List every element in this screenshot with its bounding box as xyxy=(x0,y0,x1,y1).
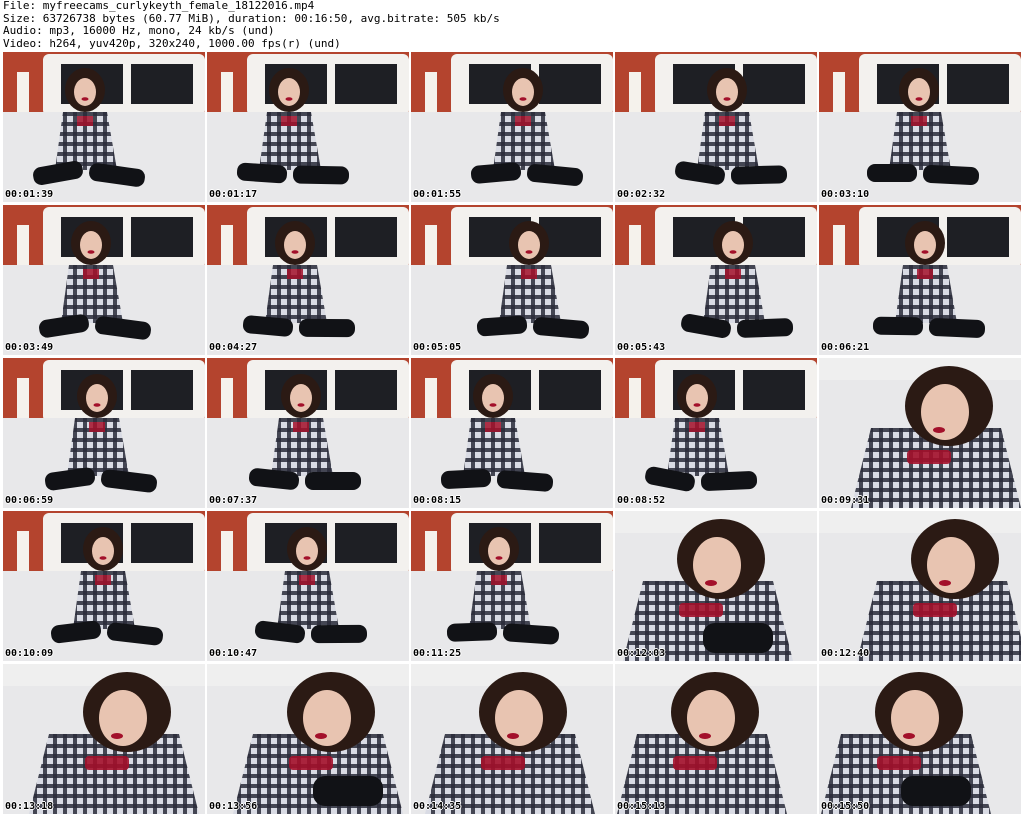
video-thumbnail: 00:15:50 xyxy=(819,664,1021,814)
video-thumbnail: 00:07:37 xyxy=(207,358,409,508)
video-thumbnail: 00:02:32 xyxy=(615,52,817,202)
bedroom-frame-icon xyxy=(411,358,613,508)
closeup-frame-icon xyxy=(819,511,1021,661)
thumbnail-timestamp: 00:07:37 xyxy=(209,495,258,506)
closeup-frame-icon xyxy=(615,511,817,661)
thumbnail-timestamp: 00:04:27 xyxy=(209,342,258,353)
thumbnail-timestamp: 00:05:05 xyxy=(413,342,462,353)
video-thumbnail: 00:04:27 xyxy=(207,205,409,355)
thumbnail-timestamp: 00:13:18 xyxy=(5,801,54,812)
thumbnail-timestamp: 00:15:50 xyxy=(821,801,870,812)
video-thumbnail: 00:14:35 xyxy=(411,664,613,814)
video-thumbnail: 00:01:39 xyxy=(3,52,205,202)
bedroom-frame-icon xyxy=(207,52,409,202)
bedroom-frame-icon xyxy=(819,205,1021,355)
video-thumbnail: 00:09:31 xyxy=(819,358,1021,508)
thumbnail-timestamp: 00:14:35 xyxy=(413,801,462,812)
bedroom-frame-icon xyxy=(207,511,409,661)
video-thumbnail: 00:03:49 xyxy=(3,205,205,355)
thumbnail-timestamp: 00:01:17 xyxy=(209,189,258,200)
bedroom-frame-icon xyxy=(3,52,205,202)
video-thumbnail: 00:15:13 xyxy=(615,664,817,814)
video-thumbnail: 00:13:18 xyxy=(3,664,205,814)
video-thumbnail: 00:06:21 xyxy=(819,205,1021,355)
bedroom-frame-icon xyxy=(819,52,1021,202)
thumbnail-timestamp: 00:05:43 xyxy=(617,342,666,353)
thumbnail-timestamp: 00:15:13 xyxy=(617,801,666,812)
thumbnail-timestamp: 00:13:56 xyxy=(209,801,258,812)
video-thumbnail: 00:01:17 xyxy=(207,52,409,202)
thumbnail-timestamp: 00:01:39 xyxy=(5,189,54,200)
thumbnail-timestamp: 00:10:09 xyxy=(5,648,54,659)
thumbnail-timestamp: 00:06:21 xyxy=(821,342,870,353)
thumbnail-timestamp: 00:09:31 xyxy=(821,495,870,506)
bedroom-frame-icon xyxy=(207,205,409,355)
thumbnail-timestamp: 00:03:10 xyxy=(821,189,870,200)
video-thumbnail: 00:11:25 xyxy=(411,511,613,661)
video-thumbnail: 00:05:43 xyxy=(615,205,817,355)
thumbnail-timestamp: 00:12:40 xyxy=(821,648,870,659)
thumbnail-timestamp: 00:08:52 xyxy=(617,495,666,506)
bedroom-frame-icon xyxy=(411,511,613,661)
video-thumbnail: 00:01:55 xyxy=(411,52,613,202)
bedroom-frame-icon xyxy=(615,358,817,508)
bedroom-frame-icon xyxy=(207,358,409,508)
video-thumbnail: 00:13:56 xyxy=(207,664,409,814)
thumbnail-timestamp: 00:08:15 xyxy=(413,495,462,506)
bedroom-frame-icon xyxy=(615,52,817,202)
closeup-frame-icon xyxy=(819,358,1021,508)
bedroom-frame-icon xyxy=(3,358,205,508)
bedroom-frame-icon xyxy=(3,511,205,661)
file-info-header: File: myfreecams_curlykeyth_female_18122… xyxy=(3,0,1021,50)
closeup-frame-icon xyxy=(3,664,205,814)
file-name-line: File: myfreecams_curlykeyth_female_18122… xyxy=(3,0,315,12)
closeup-frame-icon xyxy=(819,664,1021,814)
video-thumbnail: 00:08:52 xyxy=(615,358,817,508)
audio-info-line: Audio: mp3, 16000 Hz, mono, 24 kb/s (und… xyxy=(3,24,275,37)
thumbnail-timestamp: 00:10:47 xyxy=(209,648,258,659)
video-thumbnail: 00:12:03 xyxy=(615,511,817,661)
video-thumbnail: 00:12:40 xyxy=(819,511,1021,661)
bedroom-frame-icon xyxy=(615,205,817,355)
closeup-frame-icon xyxy=(615,664,817,814)
video-thumbnail: 00:08:15 xyxy=(411,358,613,508)
thumbnail-grid: 00:01:39 00:01:17 00:01:55 00:02:32 00:03:10… xyxy=(3,52,1023,814)
thumbnail-timestamp: 00:01:55 xyxy=(413,189,462,200)
thumbnail-timestamp: 00:03:49 xyxy=(5,342,54,353)
thumbnail-timestamp: 00:11:25 xyxy=(413,648,462,659)
video-thumbnail: 00:03:10 xyxy=(819,52,1021,202)
bedroom-frame-icon xyxy=(411,205,613,355)
video-thumbnail: 00:10:09 xyxy=(3,511,205,661)
video-thumbnail: 00:06:59 xyxy=(3,358,205,508)
thumbnail-timestamp: 00:02:32 xyxy=(617,189,666,200)
video-thumbnail: 00:05:05 xyxy=(411,205,613,355)
closeup-frame-icon xyxy=(207,664,409,814)
video-thumbnail: 00:10:47 xyxy=(207,511,409,661)
thumbnail-timestamp: 00:06:59 xyxy=(5,495,54,506)
video-info-line: Video: h264, yuv420p, 320x240, 1000.00 f… xyxy=(3,36,341,50)
bedroom-frame-icon xyxy=(411,52,613,202)
closeup-frame-icon xyxy=(411,664,613,814)
thumbnail-timestamp: 00:12:03 xyxy=(617,648,666,659)
bedroom-frame-icon xyxy=(3,205,205,355)
